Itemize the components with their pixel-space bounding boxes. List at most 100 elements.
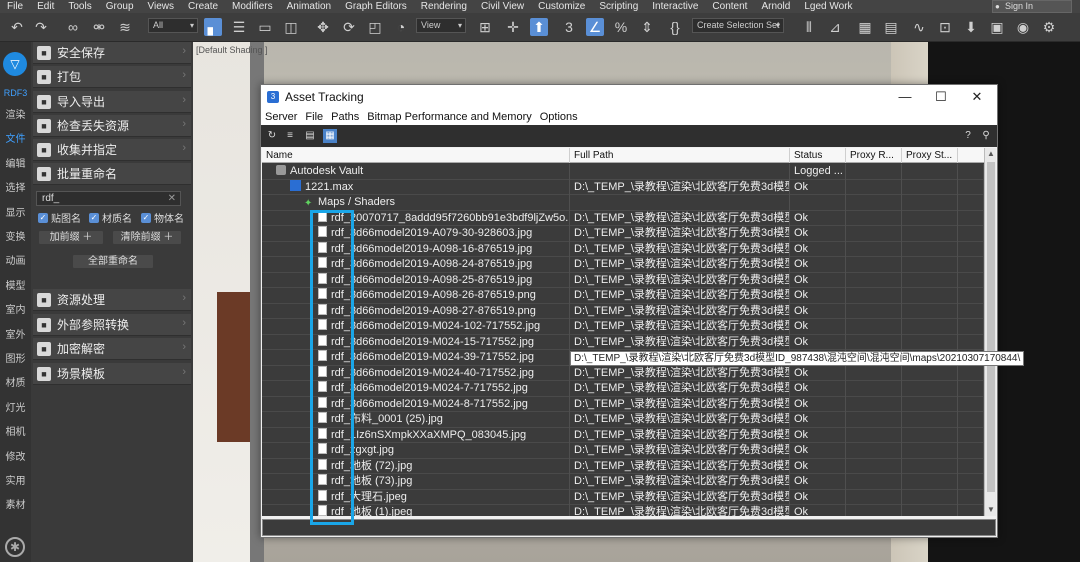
edit-named-selection-icon[interactable]: {}	[666, 18, 684, 36]
category-item[interactable]: 素材	[0, 496, 31, 511]
category-item[interactable]: 变换	[0, 228, 31, 243]
category-item[interactable]: 选择	[0, 179, 31, 194]
scrollbar-thumb[interactable]	[987, 162, 995, 492]
pivot-center-icon[interactable]: ⊞	[476, 18, 494, 36]
panel-item[interactable]: ■ 批量重命名	[33, 163, 191, 185]
create-selection-set-dropdown[interactable]: Create Selection Set	[692, 18, 784, 33]
rendered-frame-icon[interactable]: ◉	[1014, 18, 1032, 36]
align-icon[interactable]: ⊿	[826, 18, 844, 36]
category-item[interactable]: 灯光	[0, 399, 31, 414]
render-setup-icon[interactable]: ▣	[988, 18, 1006, 36]
refresh-icon[interactable]: ↻	[265, 129, 279, 143]
panel-item[interactable]: ■ 导入导出 ›	[33, 91, 191, 113]
column-proxy-status[interactable]: Proxy St...	[902, 148, 958, 163]
select-manipulate-icon[interactable]: ✛	[504, 18, 522, 36]
menu-arnold[interactable]: Arnold	[754, 1, 797, 12]
menu-edit[interactable]: Edit	[30, 1, 61, 12]
close-icon[interactable]: ✕	[957, 85, 997, 109]
table-row[interactable]: rdf_地板 (1).jpeg D:\_TEMP_\录教程\渲染\北欧客厅免费3d…	[262, 505, 984, 516]
angle-snap-icon[interactable]: ∠	[586, 18, 604, 36]
window-menu-options[interactable]: Options	[536, 111, 582, 123]
vertical-scrollbar[interactable]: ▲ ▼	[984, 148, 996, 516]
table-row[interactable]: rdf_3d66model2019-A098-26-876519.png D:\_…	[262, 288, 984, 304]
window-menu-file[interactable]: File	[301, 111, 327, 123]
category-item[interactable]: 显示	[0, 204, 31, 219]
select-by-name-icon[interactable]: ☰	[230, 18, 248, 36]
table-row[interactable]: rdf_3d66model2019-A098-16-876519.jpg D:\_…	[262, 241, 984, 257]
table-row[interactable]: rdf_3d66model2019-M024-7-717552.jpg D:\_T…	[262, 381, 984, 397]
placement-icon[interactable]: ◔	[392, 18, 410, 36]
remove-prefix-button[interactable]: 清除前缀 ＋	[112, 230, 182, 245]
detail-view-icon[interactable]: ▤	[303, 129, 317, 143]
menu-scripting[interactable]: Scripting	[592, 1, 645, 12]
rename-prefix-input[interactable]: rdf_ ✕	[36, 191, 181, 206]
rdf-logo-icon[interactable]: ▽	[3, 52, 27, 76]
reference-coordinate-dropdown[interactable]: View	[416, 18, 466, 33]
menu-animation[interactable]: Animation	[280, 1, 338, 12]
column-status[interactable]: Status	[790, 148, 846, 163]
table-row[interactable]: rdf_zgxgt.jpg D:\_TEMP_\录教程\渲染\北欧客厅免费3d模型…	[262, 443, 984, 459]
menu-civil-view[interactable]: Civil View	[474, 1, 531, 12]
table-row[interactable]: rdf_3d66model2019-M024-8-717552.jpg D:\_T…	[262, 396, 984, 412]
category-item[interactable]: 修改	[0, 448, 31, 463]
menu-customize[interactable]: Customize	[531, 1, 592, 12]
selection-filter-dropdown[interactable]: All	[148, 18, 198, 33]
ribbon-icon[interactable]: ▤	[882, 18, 900, 36]
clear-input-icon[interactable]: ✕	[168, 192, 176, 205]
table-row[interactable]: Autodesk Vault Logged ...	[262, 164, 984, 180]
menu-content[interactable]: Content	[705, 1, 754, 12]
window-menu-paths[interactable]: Paths	[327, 111, 363, 123]
menu-tools[interactable]: Tools	[61, 1, 98, 12]
undo-icon[interactable]: ↶	[8, 18, 26, 36]
window-menu-server[interactable]: Server	[261, 111, 301, 123]
render-production-icon[interactable]: ⚙	[1040, 18, 1058, 36]
redo-icon[interactable]: ↷	[32, 18, 50, 36]
panel-item[interactable]: ■ 外部参照转换 ›	[33, 314, 191, 336]
panel-item[interactable]: ■ 安全保存 ›	[33, 42, 191, 64]
column-full-path[interactable]: Full Path	[570, 148, 790, 163]
menu-rendering[interactable]: Rendering	[414, 1, 474, 12]
category-item[interactable]: 编辑	[0, 155, 31, 170]
category-item[interactable]: 室内	[0, 301, 31, 316]
menu-file[interactable]: File	[0, 1, 30, 12]
mirror-icon[interactable]: ⫴	[800, 18, 818, 36]
sign-in-button[interactable]: ● Sign In	[992, 0, 1072, 13]
keyboard-shortcut-override-icon[interactable]: ⬆	[530, 18, 548, 36]
checkbox-map-name[interactable]: ✓ 贴图名	[38, 210, 81, 225]
table-row[interactable]: rdf_地板 (73).jpg D:\_TEMP_\录教程\渲染\北欧客厅免费3d…	[262, 474, 984, 490]
category-item[interactable]: 材质	[0, 374, 31, 389]
scale-icon[interactable]: ◰	[366, 18, 384, 36]
window-crossing-icon[interactable]: ◫	[282, 18, 300, 36]
minimize-icon[interactable]: —	[885, 85, 925, 109]
window-titlebar[interactable]: 3 Asset Tracking — ☐ ✕	[261, 85, 997, 109]
spinner-snap-icon[interactable]: ⇕	[638, 18, 656, 36]
maximize-icon[interactable]: ☐	[921, 85, 961, 109]
schematic-view-icon[interactable]: ⊡	[936, 18, 954, 36]
rotate-icon[interactable]: ⟳	[340, 18, 358, 36]
menu-create[interactable]: Create	[181, 1, 225, 12]
table-row[interactable]: rdf_3d66model2019-A098-24-876519.jpg D:\_…	[262, 257, 984, 273]
menu-interactive[interactable]: Interactive	[645, 1, 705, 12]
category-item[interactable]: 图形	[0, 350, 31, 365]
table-row[interactable]: rdf_1Iz6nSXmpkXXaXMPQ_083045.jpg D:\_TEMP…	[262, 427, 984, 443]
category-item[interactable]: 动画	[0, 252, 31, 267]
checkbox-object-name[interactable]: ✓ 物体名	[141, 210, 184, 225]
column-name[interactable]: Name	[262, 148, 570, 163]
checkbox-material-name[interactable]: ✓ 材质名	[89, 210, 132, 225]
menu-modifiers[interactable]: Modifiers	[225, 1, 280, 12]
scroll-down-icon[interactable]: ▼	[985, 504, 996, 516]
column-proxy-resolution[interactable]: Proxy R...	[846, 148, 902, 163]
table-row[interactable]: rdf_3d66model2019-A079-30-928603.jpg D:\_…	[262, 226, 984, 242]
category-item[interactable]: 相机	[0, 423, 31, 438]
add-prefix-button[interactable]: 加前缀 ＋	[38, 230, 104, 245]
category-item[interactable]: 模型	[0, 277, 31, 292]
list-view-icon[interactable]: ≡	[283, 129, 297, 143]
table-row[interactable]: rdf_3d66model2019-A098-27-876519.png D:\_…	[262, 303, 984, 319]
category-item[interactable]: 渲染	[0, 106, 31, 121]
table-view-icon[interactable]: ▦	[323, 129, 337, 143]
menu-graph-editors[interactable]: Graph Editors	[338, 1, 414, 12]
panel-item[interactable]: ■ 加密解密 ›	[33, 338, 191, 360]
bind-spacewarp-icon[interactable]: ≋	[116, 18, 134, 36]
table-row[interactable]: rdf_3d66model2019-M024-102-717552.jpg D:\…	[262, 319, 984, 335]
pin-icon[interactable]: ⚲	[979, 129, 993, 143]
